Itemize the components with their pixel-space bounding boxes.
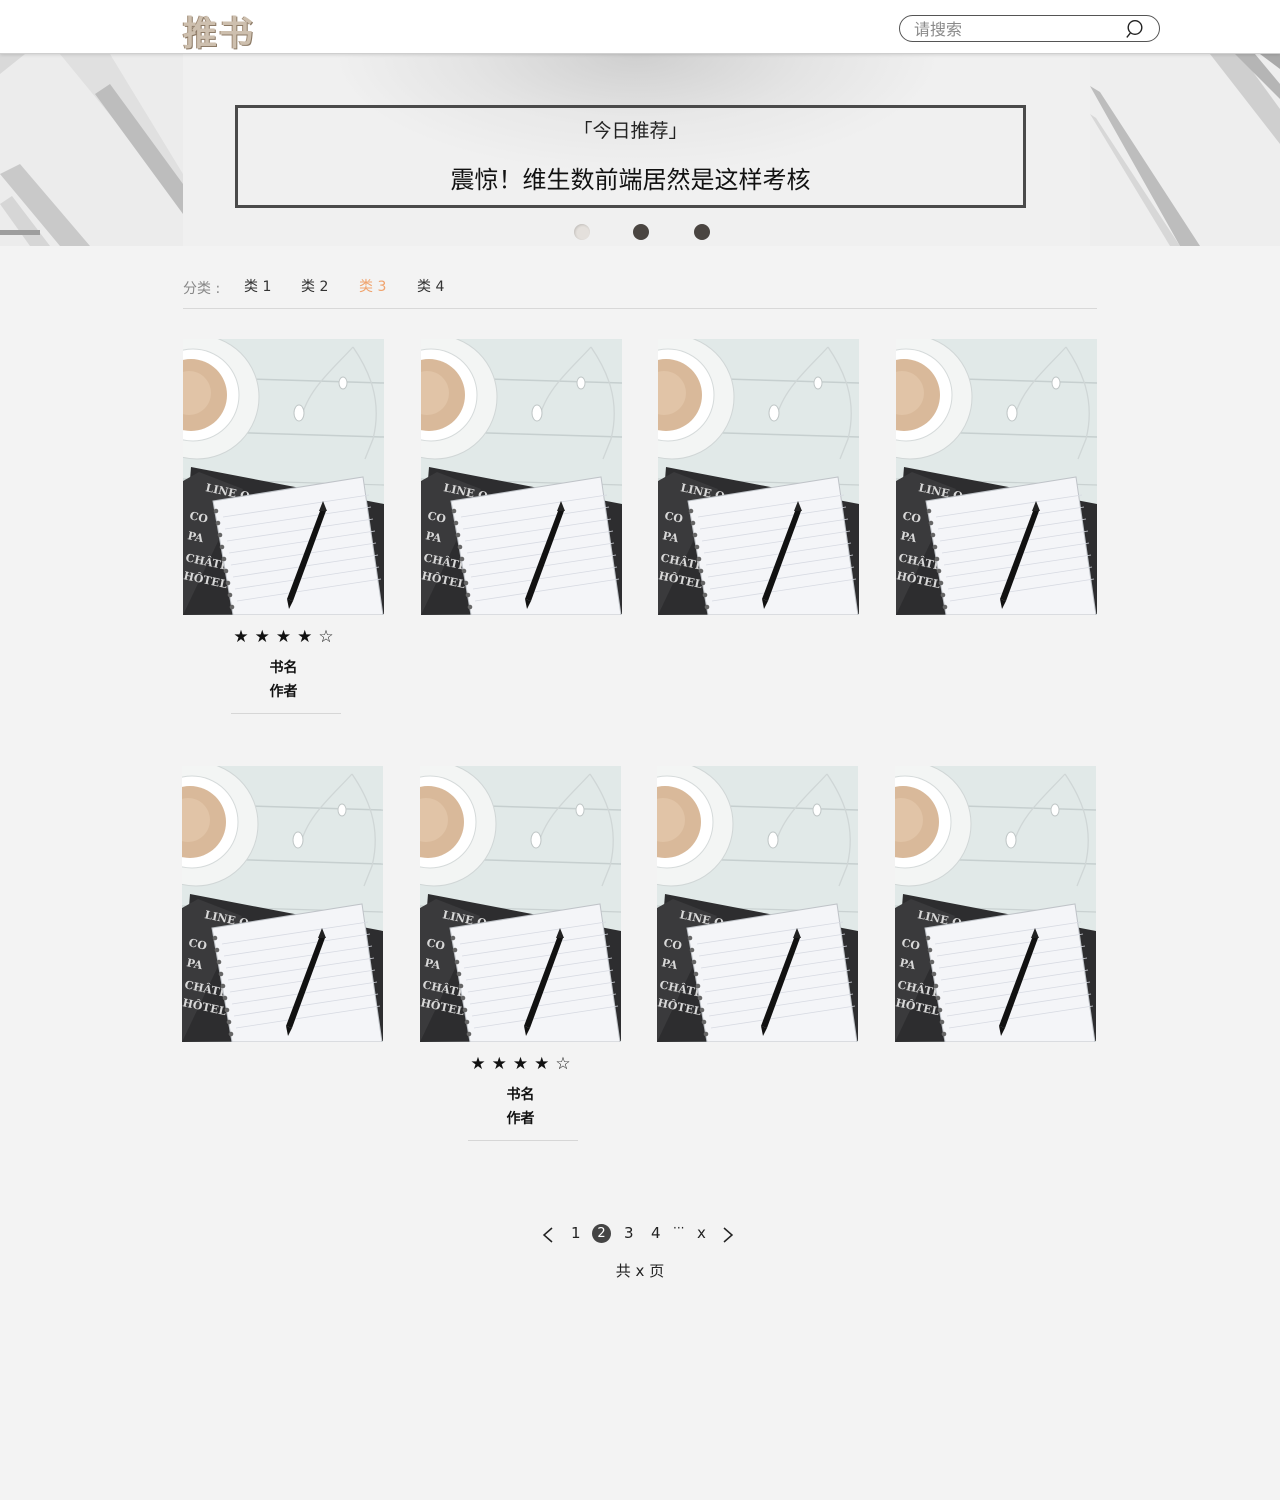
pagination: 1 2 3 4 ··· x [0, 1221, 1280, 1248]
banner-right-decoration [1090, 54, 1280, 246]
star-filled-icon: ★ [254, 627, 276, 647]
slide-dot-1[interactable] [574, 224, 590, 240]
search-input[interactable] [914, 19, 1114, 39]
prev-page-icon[interactable] [541, 1226, 555, 1244]
rating-stars: ★★★★☆ [420, 1054, 621, 1074]
category-item-3[interactable]: 类 3 [359, 276, 386, 296]
next-page-icon[interactable] [721, 1226, 735, 1244]
book-cover-image[interactable]: LINE O CO PA CHÂTE HÔTEL [657, 766, 858, 1042]
star-filled-icon: ★ [491, 1054, 513, 1074]
star-filled-icon: ★ [297, 627, 319, 647]
info-divider [231, 713, 341, 714]
today-recommend-box[interactable]: 「今日推荐」 震惊！维生数前端居然是这样考核 [235, 105, 1026, 208]
category-item-1[interactable]: 类 1 [244, 276, 271, 296]
slide-dot-2[interactable] [633, 224, 649, 240]
page-last[interactable]: x [697, 1224, 706, 1242]
star-filled-icon: ★ [275, 627, 298, 647]
book-cover[interactable]: LINE O CO PA CHÂTE HÔTEL [658, 339, 859, 615]
page-3[interactable]: 3 [624, 1224, 634, 1242]
search-icon[interactable] [1126, 19, 1146, 39]
star-empty-icon: ☆ [555, 1054, 577, 1074]
recommend-banner: 「今日推荐」 震惊！维生数前端居然是这样考核 [0, 54, 1280, 246]
book-cover[interactable]: LINE O CO PA CHÂTE HÔTEL [421, 339, 622, 615]
total-pages: 共 x 页 [615, 1262, 665, 1280]
category-item-2[interactable]: 类 2 [301, 276, 328, 296]
book-info: ★★★★☆ 书名 作者 [183, 625, 384, 717]
book-author[interactable]: 作者 [420, 1108, 621, 1128]
book-name[interactable]: 书名 [420, 1084, 621, 1104]
star-filled-icon: ★ [512, 1054, 535, 1074]
book-cover[interactable]: LINE O CO PA CHÂTE HÔTEL [183, 339, 384, 615]
category-label: 分类 : [183, 281, 221, 297]
category-bar: 分类 : 类 1 类 2 类 3 类 4 [183, 276, 1097, 309]
page-2-current[interactable]: 2 [592, 1224, 611, 1243]
book-cover[interactable]: LINE O CO PA CHÂTE HÔTEL [182, 766, 383, 1042]
page-ellipsis: ··· [673, 1221, 685, 1235]
star-filled-icon: ★ [470, 1054, 492, 1074]
book-cover[interactable]: LINE O CO PA CHÂTE HÔTEL [896, 339, 1097, 615]
book-cover[interactable]: LINE O CO PA CHÂTE HÔTEL [420, 766, 621, 1042]
recommend-label: 「今日推荐」 [573, 120, 688, 142]
slide-dot-3[interactable] [694, 224, 710, 240]
slide-indicators [0, 224, 1280, 242]
site-logo[interactable]: 推书 [183, 6, 255, 55]
book-cover-image[interactable]: LINE O CO PA CHÂTE HÔTEL [421, 339, 622, 615]
page-1[interactable]: 1 [571, 1224, 581, 1242]
star-empty-icon: ☆ [318, 627, 340, 647]
book-cover-image[interactable]: LINE O CO PA CHÂTE HÔTEL [420, 766, 621, 1042]
book-cover-image[interactable]: LINE O CO PA CHÂTE HÔTEL [896, 339, 1097, 615]
book-cover[interactable]: LINE O CO PA CHÂTE HÔTEL [895, 766, 1096, 1042]
recommend-title[interactable]: 震惊！维生数前端居然是这样考核 [238, 160, 1023, 195]
banner-left-decoration [0, 54, 183, 246]
book-cover-image[interactable]: LINE O CO PA CHÂTE HÔTEL [182, 766, 383, 1042]
book-cover[interactable]: LINE O CO PA CHÂTE HÔTEL [657, 766, 858, 1042]
page-4[interactable]: 4 [651, 1224, 661, 1242]
book-info: ★★★★☆ 书名 作者 [420, 1052, 621, 1144]
book-name[interactable]: 书名 [183, 657, 384, 677]
rating-stars: ★★★★☆ [183, 627, 384, 647]
top-header: 推书 [0, 0, 1280, 54]
star-filled-icon: ★ [233, 627, 255, 647]
category-item-4[interactable]: 类 4 [417, 276, 444, 296]
book-author[interactable]: 作者 [183, 681, 384, 701]
book-cover-image[interactable]: LINE O CO PA CHÂTE HÔTEL [183, 339, 384, 615]
book-cover-image[interactable]: LINE O CO PA CHÂTE HÔTEL [658, 339, 859, 615]
book-cover-image[interactable]: LINE O CO PA CHÂTE HÔTEL [895, 766, 1096, 1042]
search-box[interactable] [899, 15, 1160, 42]
info-divider [468, 1140, 578, 1141]
star-filled-icon: ★ [534, 1054, 556, 1074]
